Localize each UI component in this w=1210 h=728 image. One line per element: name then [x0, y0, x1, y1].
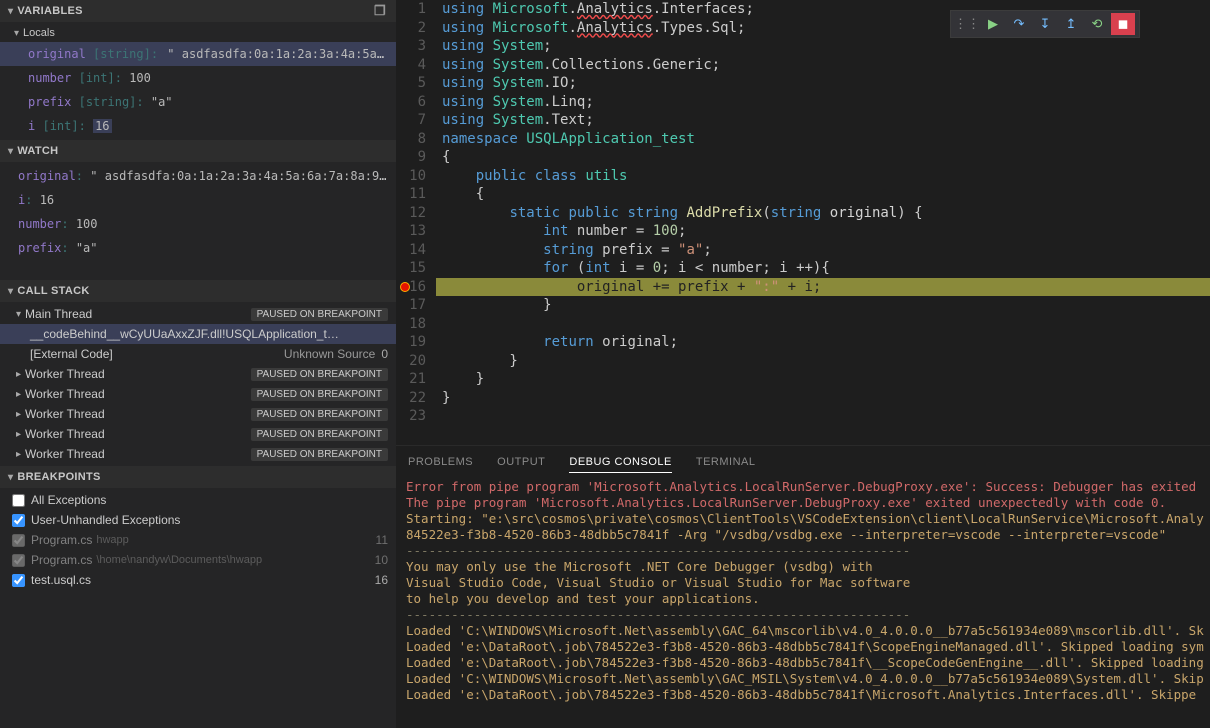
breakpoint-row[interactable]: test.usql.cs 16 — [0, 570, 396, 590]
locals-header[interactable]: ▾ Locals — [0, 24, 396, 42]
chevron-right-icon: ▸ — [16, 429, 21, 440]
breakpoint-row[interactable]: Program.cs hwapp 11 — [0, 530, 396, 550]
chevron-down-icon: ▾ — [8, 472, 13, 483]
step-over-button[interactable]: ↷ — [1007, 13, 1031, 35]
frame-label: __codeBehind__wCyUUaAxxZJF.dll!USQLAppli… — [30, 327, 339, 341]
copy-icon[interactable]: ❐ — [374, 3, 386, 19]
bp-label: Program.cs — [31, 553, 92, 567]
watch-row[interactable]: original: " asdfasdfa:0a:1a:2a:3a:4a:5a:… — [0, 164, 396, 188]
paused-tag: PAUSED ON BREAKPOINT — [251, 448, 388, 461]
chevron-right-icon: ▸ — [16, 369, 21, 380]
paused-tag: PAUSED ON BREAKPOINT — [251, 408, 388, 421]
code-body[interactable]: using Microsoft.Analytics.Interfaces;usi… — [436, 0, 1210, 426]
thread-name: Worker Thread — [25, 427, 105, 441]
thread-row[interactable]: ▾ Main Thread PAUSED ON BREAKPOINT — [0, 304, 396, 324]
panel-tabs: PROBLEMS OUTPUT DEBUG CONSOLE TERMINAL — [396, 445, 1210, 473]
continue-button[interactable]: ▶ — [981, 13, 1005, 35]
paused-tag: PAUSED ON BREAKPOINT — [251, 308, 388, 321]
bp-checkbox[interactable] — [12, 554, 25, 567]
variable-row[interactable]: number [int]: 100 — [0, 66, 396, 90]
variable-row[interactable]: i [int]: 16 — [0, 114, 396, 138]
frame-source: Unknown Source — [284, 347, 375, 361]
editor-area: ⋮⋮ ▶ ↷ ↧ ↥ ⟲ ◼ 1234567891011121314151617… — [396, 0, 1210, 728]
chevron-down-icon: ▾ — [14, 28, 19, 39]
variable-row[interactable]: original [string]: " asdfasdfa:0a:1a:2a:… — [0, 42, 396, 66]
debug-toolbar[interactable]: ⋮⋮ ▶ ↷ ↧ ↥ ⟲ ◼ — [950, 10, 1140, 38]
paused-tag: PAUSED ON BREAKPOINT — [251, 368, 388, 381]
thread-name: Worker Thread — [25, 387, 105, 401]
bp-checkbox[interactable] — [12, 514, 25, 527]
breakpoint-row[interactable]: Program.cs \home\nandyw\Documents\hwapp … — [0, 550, 396, 570]
debug-sidebar: ▾ VARIABLES ❐ ▾ Locals original [string]… — [0, 0, 396, 728]
stack-frame[interactable]: __codeBehind__wCyUUaAxxZJF.dll!USQLAppli… — [0, 324, 396, 344]
breakpoint-row[interactable]: All Exceptions — [0, 490, 396, 510]
stack-frame[interactable]: [External Code] Unknown Source 0 — [0, 344, 396, 364]
paused-tag: PAUSED ON BREAKPOINT — [251, 428, 388, 441]
tab-debug-console[interactable]: DEBUG CONSOLE — [569, 452, 671, 473]
locals-label: Locals — [23, 27, 55, 39]
thread-name: Worker Thread — [25, 367, 105, 381]
frame-count: 0 — [381, 347, 388, 361]
callstack-title: CALL STACK — [17, 285, 386, 297]
debug-console[interactable]: Error from pipe program 'Microsoft.Analy… — [396, 473, 1210, 728]
chevron-down-icon: ▾ — [8, 286, 13, 297]
line-gutter: 1234567891011121314151617181920212223 — [396, 0, 436, 426]
bp-label: Program.cs — [31, 533, 92, 547]
thread-row[interactable]: ▸ Worker Thread PAUSED ON BREAKPOINT — [0, 404, 396, 424]
bp-count: 10 — [375, 553, 388, 567]
thread-row[interactable]: ▸ Worker Thread PAUSED ON BREAKPOINT — [0, 444, 396, 464]
restart-button[interactable]: ⟲ — [1085, 13, 1109, 35]
frame-label: [External Code] — [30, 347, 113, 361]
watch-header[interactable]: ▾ WATCH — [0, 140, 396, 162]
tab-problems[interactable]: PROBLEMS — [408, 452, 473, 473]
thread-name: Main Thread — [25, 307, 92, 321]
breakpoints-header[interactable]: ▾ BREAKPOINTS — [0, 466, 396, 488]
step-out-button[interactable]: ↥ — [1059, 13, 1083, 35]
watch-title: WATCH — [17, 145, 386, 157]
bp-checkbox[interactable] — [12, 574, 25, 587]
thread-name: Worker Thread — [25, 407, 105, 421]
breakpoint-icon[interactable] — [400, 282, 410, 292]
chevron-right-icon: ▸ — [16, 389, 21, 400]
tab-output[interactable]: OUTPUT — [497, 452, 545, 473]
watch-row[interactable]: number: 100 — [0, 212, 396, 236]
watch-row[interactable]: prefix: "a" — [0, 236, 396, 260]
chevron-down-icon: ▾ — [16, 309, 21, 320]
chevron-down-icon: ▾ — [8, 6, 13, 17]
step-into-button[interactable]: ↧ — [1033, 13, 1057, 35]
stop-button[interactable]: ◼ — [1111, 13, 1135, 35]
breakpoints-title: BREAKPOINTS — [17, 471, 386, 483]
callstack-header[interactable]: ▾ CALL STACK — [0, 280, 396, 302]
variable-row[interactable]: prefix [string]: "a" — [0, 90, 396, 114]
breakpoint-row[interactable]: User-Unhandled Exceptions — [0, 510, 396, 530]
thread-row[interactable]: ▸ Worker Thread PAUSED ON BREAKPOINT — [0, 424, 396, 444]
bp-count: 16 — [375, 573, 388, 587]
bp-path: hwapp — [96, 534, 128, 546]
bp-path: \home\nandyw\Documents\hwapp — [96, 554, 262, 566]
bp-count: 11 — [376, 533, 388, 547]
chevron-right-icon: ▸ — [16, 409, 21, 420]
drag-handle-icon[interactable]: ⋮⋮ — [955, 13, 979, 35]
chevron-down-icon: ▾ — [8, 146, 13, 157]
watch-row[interactable]: i: 16 — [0, 188, 396, 212]
thread-row[interactable]: ▸ Worker Thread PAUSED ON BREAKPOINT — [0, 384, 396, 404]
thread-name: Worker Thread — [25, 447, 105, 461]
bp-label: test.usql.cs — [31, 573, 91, 587]
bp-checkbox[interactable] — [12, 534, 25, 547]
chevron-right-icon: ▸ — [16, 449, 21, 460]
paused-tag: PAUSED ON BREAKPOINT — [251, 388, 388, 401]
variables-header[interactable]: ▾ VARIABLES ❐ — [0, 0, 396, 22]
variables-title: VARIABLES — [17, 5, 374, 17]
bp-label: User-Unhandled Exceptions — [31, 513, 180, 527]
bp-label: All Exceptions — [31, 493, 106, 507]
code-editor[interactable]: 1234567891011121314151617181920212223 us… — [396, 0, 1210, 426]
thread-row[interactable]: ▸ Worker Thread PAUSED ON BREAKPOINT — [0, 364, 396, 384]
tab-terminal[interactable]: TERMINAL — [696, 452, 756, 473]
bp-checkbox[interactable] — [12, 494, 25, 507]
